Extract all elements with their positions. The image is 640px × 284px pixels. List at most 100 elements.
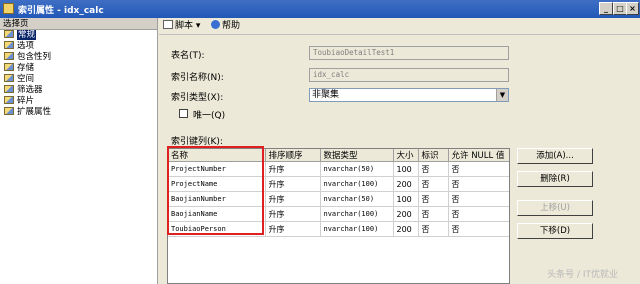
sidebar-item-fragmentation[interactable]: 碎片 xyxy=(0,96,157,107)
sidebar-item-extended-properties[interactable]: 扩展属性 xyxy=(0,107,157,118)
unique-checkbox[interactable] xyxy=(179,109,188,118)
cell-identity: 否 xyxy=(418,206,449,222)
cell-identity: 否 xyxy=(418,176,449,192)
table-row[interactable]: BaojianName 升序 nvarchar(100) 200 否 否 xyxy=(168,206,509,222)
cell-data-type: nvarchar(50) xyxy=(320,191,394,207)
minimize-button[interactable]: _ xyxy=(599,2,613,15)
cell-name[interactable]: ToubiaoPerson xyxy=(168,221,266,237)
cell-name[interactable]: ProjectName xyxy=(168,176,266,192)
page-icon xyxy=(4,52,14,60)
add-button[interactable]: 添加(A)... xyxy=(517,148,593,164)
sidebar-item-label: 空间 xyxy=(17,74,35,84)
column-header-name[interactable]: 名称 xyxy=(168,149,266,162)
move-up-button[interactable]: 上移(U) xyxy=(517,200,593,216)
cell-allow-nulls: 否 xyxy=(448,161,509,177)
select-page-header: 选择页 xyxy=(0,18,157,30)
index-name-label: 索引名称(N): xyxy=(171,73,224,83)
cell-identity: 否 xyxy=(418,161,449,177)
cell-data-type: nvarchar(100) xyxy=(320,221,394,237)
remove-button[interactable]: 删除(R) xyxy=(517,171,593,187)
cell-size: 200 xyxy=(393,206,419,222)
page-icon xyxy=(4,85,14,93)
sidebar-item-options[interactable]: 选项 xyxy=(0,41,157,52)
sidebar-item-label: 存储 xyxy=(17,63,35,73)
page-icon xyxy=(4,74,14,82)
column-header-data-type[interactable]: 数据类型 xyxy=(320,149,394,162)
cell-allow-nulls: 否 xyxy=(448,206,509,222)
script-label: 脚本 xyxy=(175,21,194,31)
general-page: 脚本 ▾ 帮助 表名(T): ToubiaoDetailTest1 索引名称(N… xyxy=(159,18,640,284)
cell-sort-order[interactable]: 升序 xyxy=(265,206,321,222)
page-icon xyxy=(4,63,14,71)
key-columns-label: 索引键列(K): xyxy=(171,137,223,147)
help-button[interactable]: 帮助 xyxy=(211,20,240,33)
sidebar-item-storage[interactable]: 存储 xyxy=(0,63,157,74)
column-header-sort-order[interactable]: 排序顺序 xyxy=(265,149,321,162)
column-header-identity[interactable]: 标识 xyxy=(418,149,449,162)
properties-icon xyxy=(3,3,14,14)
cell-size: 100 xyxy=(393,191,419,207)
window-titlebar[interactable]: 索引属性 - idx_calc _ □ × xyxy=(0,0,640,18)
sidebar-item-label: 碎片 xyxy=(17,96,35,106)
cell-size: 100 xyxy=(393,161,419,177)
cell-data-type: nvarchar(100) xyxy=(320,176,394,192)
cell-size: 200 xyxy=(393,176,419,192)
cell-data-type: nvarchar(50) xyxy=(320,161,394,177)
sidebar-item-spatial[interactable]: 空间 xyxy=(0,74,157,85)
help-label: 帮助 xyxy=(222,21,241,31)
chevron-down-icon[interactable]: ▼ xyxy=(496,89,508,101)
sidebar-item-included-columns[interactable]: 包含性列 xyxy=(0,52,157,63)
cell-size: 200 xyxy=(393,221,419,237)
table-name-field: ToubiaoDetailTest1 xyxy=(309,46,509,60)
cell-identity: 否 xyxy=(418,191,449,207)
sidebar-item-label: 常规 xyxy=(17,30,37,40)
cell-identity: 否 xyxy=(418,221,449,237)
column-header-allow-nulls[interactable]: 允许 NULL 值 xyxy=(448,149,509,162)
sidebar-item-label: 选项 xyxy=(17,41,35,51)
sidebar-item-label: 扩展属性 xyxy=(17,107,52,117)
page-icon xyxy=(4,30,14,38)
cell-name[interactable]: ProjectNumber xyxy=(168,161,266,177)
script-button[interactable]: 脚本 ▾ xyxy=(163,20,200,33)
help-icon xyxy=(211,20,220,29)
table-row[interactable]: ToubiaoPerson 升序 nvarchar(100) 200 否 否 xyxy=(168,221,509,237)
cell-name[interactable]: BaojianName xyxy=(168,206,266,222)
chevron-down-icon: ▾ xyxy=(195,21,201,31)
index-type-label: 索引类型(X): xyxy=(171,93,224,103)
close-button[interactable]: × xyxy=(626,2,639,15)
cell-sort-order[interactable]: 升序 xyxy=(265,161,321,177)
grid-header-row: 名称 排序顺序 数据类型 大小 标识 允许 NULL 值 xyxy=(168,149,509,162)
toolbar: 脚本 ▾ 帮助 xyxy=(159,18,640,35)
select-page-pane: 选择页 常规 选项 包含性列 存储 空间 筛选器 碎片 扩展属性 xyxy=(0,18,158,284)
sidebar-item-general[interactable]: 常规 xyxy=(0,30,157,41)
index-type-value: 非聚集 xyxy=(312,90,340,100)
cell-name[interactable]: BaojianNumber xyxy=(168,191,266,207)
watermark: 头条号 / IT优就业 xyxy=(547,270,618,280)
table-row[interactable]: ProjectNumber 升序 nvarchar(50) 100 否 否 xyxy=(168,161,509,177)
cell-sort-order[interactable]: 升序 xyxy=(265,191,321,207)
table-row[interactable]: ProjectName 升序 nvarchar(100) 200 否 否 xyxy=(168,176,509,192)
cell-allow-nulls: 否 xyxy=(448,221,509,237)
cell-sort-order[interactable]: 升序 xyxy=(265,176,321,192)
cell-sort-order[interactable]: 升序 xyxy=(265,221,321,237)
sidebar-item-label: 包含性列 xyxy=(17,52,52,62)
sidebar-item-label: 筛选器 xyxy=(17,85,43,95)
cell-allow-nulls: 否 xyxy=(448,176,509,192)
window-title: 索引属性 - idx_calc xyxy=(18,6,104,16)
page-icon xyxy=(4,41,14,49)
column-header-size[interactable]: 大小 xyxy=(393,149,419,162)
sidebar-item-filter[interactable]: 筛选器 xyxy=(0,85,157,96)
script-icon xyxy=(163,20,173,29)
cell-data-type: nvarchar(100) xyxy=(320,206,394,222)
cell-allow-nulls: 否 xyxy=(448,191,509,207)
page-icon xyxy=(4,107,14,115)
table-row[interactable]: BaojianNumber 升序 nvarchar(50) 100 否 否 xyxy=(168,191,509,207)
index-type-select[interactable]: 非聚集 ▼ xyxy=(309,88,509,102)
unique-label: 唯一(Q) xyxy=(193,111,226,121)
page-icon xyxy=(4,96,14,104)
table-name-label: 表名(T): xyxy=(171,51,205,61)
key-columns-grid[interactable]: 名称 排序顺序 数据类型 大小 标识 允许 NULL 值 ProjectNumb… xyxy=(167,148,510,284)
move-down-button[interactable]: 下移(D) xyxy=(517,223,593,239)
index-name-field: idx_calc xyxy=(309,68,509,82)
maximize-button[interactable]: □ xyxy=(613,2,627,15)
